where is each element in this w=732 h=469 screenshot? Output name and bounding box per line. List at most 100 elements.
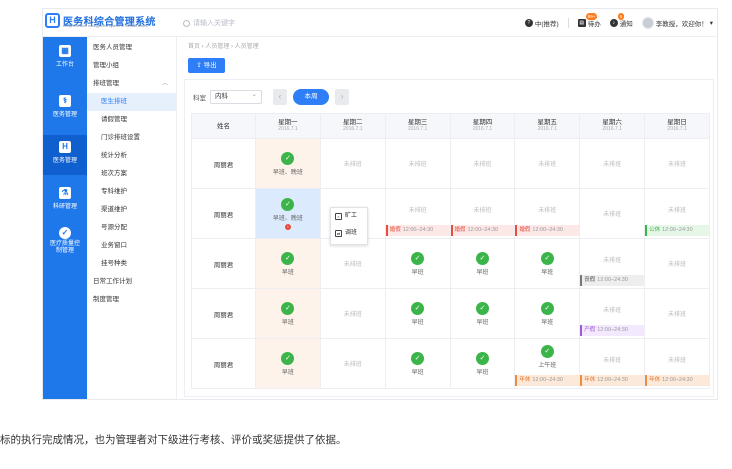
schedule-cell[interactable]: 未排班 [384, 138, 451, 189]
schedule-cell[interactable]: ✓ 早班 [449, 288, 516, 339]
schedule-cell[interactable]: 未排班 年休 12:00–24:30 [579, 338, 646, 389]
context-menu-label: 旷工 [345, 213, 358, 219]
nav-registration-type[interactable]: 挂号种类 [87, 255, 176, 273]
search-input[interactable]: 请输入关键字 [193, 18, 235, 28]
staff-name: 周丽君 [191, 288, 256, 339]
nav-doctor-schedule[interactable]: 医生排班 [87, 93, 176, 111]
schedule-cell[interactable]: ✓ 早班 [255, 338, 321, 389]
context-menu-absent[interactable]: × 旷工 [331, 208, 367, 225]
leave-tag[interactable]: 婚假 12:00–24:30 [515, 225, 580, 236]
schedule-cell[interactable]: 未排班 [644, 238, 710, 289]
day-date: 2016.7.1 [407, 126, 428, 132]
primary-nav-research[interactable]: ⚗ 科研管理 [43, 185, 87, 217]
check-icon: ✓ [411, 301, 425, 315]
schedule-cell[interactable]: ✓ 早班 [384, 338, 451, 389]
schedule-cell[interactable]: ✓ 早班 [449, 338, 516, 389]
context-menu-swap[interactable]: ⇄ 调班 [331, 225, 367, 242]
shift-label: 早班 [281, 319, 294, 326]
schedule-cell[interactable]: ✓ 早班 [255, 288, 321, 339]
nav-leave-mgmt[interactable]: 请假管理 [87, 111, 176, 129]
this-week-button[interactable]: 本周 [293, 89, 329, 105]
prev-week-button[interactable]: ‹ [273, 89, 287, 105]
day-label: 星期五 [537, 119, 558, 126]
nav-staff-mgmt[interactable]: 医务人员管理 [87, 39, 176, 57]
schedule-cell[interactable]: 未排班 婚假 12:00–24:30 [449, 188, 516, 239]
leave-tag[interactable]: 婚假 12:00–24:30 [385, 225, 450, 236]
header-actions: ? 中(推荐) ▤ 99+ 待办 ♪ 5 通知 李教授，欢迎你！ ▾ [524, 9, 713, 37]
leave-time: 12:00–24:30 [532, 227, 563, 233]
schedule-cell[interactable]: 未排班 [449, 138, 516, 189]
schedule-cell[interactable]: 未排班 丧假 12:00–24:30 [579, 238, 646, 289]
schedule-cell[interactable]: 未排班 年休 12:00–24:30 [644, 338, 710, 389]
schedule-cell[interactable]: 未排班 [319, 238, 386, 289]
leave-tag[interactable]: 年休 12:00–24:30 [580, 375, 645, 386]
schedule-cell[interactable]: ✓ 早班、晚班 [255, 138, 321, 189]
staff-name: 周丽君 [191, 338, 256, 389]
leave-tag[interactable]: 婚假 12:00–24:30 [450, 225, 515, 236]
nav-service-window[interactable]: 业务窗口 [87, 237, 176, 255]
schedule-cell[interactable]: 未排班 [514, 138, 581, 189]
schedule-cell[interactable]: 未排班 公休 12:00–24:30 [644, 188, 710, 239]
nav-shift-plan[interactable]: 班次方案 [87, 165, 176, 183]
help-button[interactable]: ? 中(推荐) [524, 18, 559, 28]
leave-tag[interactable]: 年休 12:00–24:30 [645, 375, 709, 386]
primary-nav-quality[interactable]: ✓ 医疗质量控制管理 [43, 225, 87, 257]
nav-schedule-mgmt[interactable]: 排班管理 ︿ [87, 75, 176, 93]
schedule-cell[interactable]: 未排班 [644, 288, 710, 339]
todo-button[interactable]: ▤ 99+ 待办 [577, 13, 601, 28]
schedule-cell[interactable]: ✓ 早班 [449, 238, 516, 289]
leave-type: 丧假 [584, 277, 596, 283]
nav-outpatient-setting[interactable]: 门诊排班设置 [87, 129, 176, 147]
nav-channel[interactable]: 渠道维护 [87, 201, 176, 219]
leave-tag[interactable]: 年休 12:00–24:30 [515, 375, 580, 386]
unscheduled-label: 未排班 [343, 312, 362, 318]
schedule-cell[interactable]: ✓ 早班 [384, 238, 451, 289]
app-logo[interactable]: H 医务科综合管理系统 comprehensive management sys… [45, 13, 157, 31]
nav-statistics[interactable]: 统计分析 [87, 147, 176, 165]
schedule-cell[interactable]: 未排班 婚假 12:00–24:30 [514, 188, 581, 239]
check-icon: ✓ [475, 301, 489, 315]
schedule-cell[interactable]: 未排班 [319, 338, 386, 389]
user-menu[interactable]: 李教授，欢迎你！ ▾ [641, 17, 713, 29]
primary-nav-medical[interactable]: H 医务管理 [43, 135, 87, 175]
app-window: H 医务科综合管理系统 comprehensive management sys… [42, 8, 718, 400]
primary-nav-staff[interactable]: ⚕ 医务管理 [43, 93, 87, 125]
leave-time: 12:00–24:30 [402, 227, 434, 233]
schedule-cell[interactable]: 未排班 [579, 188, 646, 239]
dept-select[interactable]: 内科 [210, 89, 262, 104]
check-icon: ✓ [411, 351, 425, 365]
schedule-cell[interactable]: 未排班 [644, 138, 710, 189]
nav-daily-plan[interactable]: 日常工作计划 [87, 273, 176, 291]
table-row: 周丽君 ✓ 早班 未排班 ✓ 早班 ✓ 早班 ✓ 上午班 年休 12:00–24:30 未排班 年休 12:… [191, 338, 710, 389]
nav-policy-mgmt[interactable]: 制度管理 [87, 291, 176, 309]
schedule-cell[interactable]: ✓ 早班 [255, 238, 321, 289]
leave-tag[interactable]: 公休 12:00–24:30 [645, 225, 709, 236]
next-week-button[interactable]: › [335, 89, 349, 105]
shift-label: 早班 [476, 369, 489, 376]
export-button[interactable]: ⇪ 导出 [188, 58, 225, 73]
absent-icon: × [335, 213, 342, 220]
leave-time: 12:00–24:30 [467, 227, 499, 233]
schedule-cell[interactable]: ✓ 早班 [514, 288, 581, 339]
leave-tag[interactable]: 产假 12:00–24:30 [580, 325, 645, 336]
schedule-table: 姓名 星期一 2016.7.1 星期二 2016.7.1 星期三 2016.7.1 星期四 20… [191, 113, 710, 389]
search-box[interactable]: 请输入关键字 [183, 16, 373, 30]
notice-button[interactable]: ♪ 5 通知 [609, 13, 633, 28]
schedule-cell[interactable]: ✓ 早班 [384, 288, 451, 339]
schedule-cell[interactable]: ✓ 早班 [514, 238, 581, 289]
shift-label: 早班、晚班 [272, 169, 303, 176]
schedule-cell[interactable]: 未排班 [319, 288, 386, 339]
schedule-cell[interactable]: 未排班 婚假 12:00–24:30 [384, 188, 451, 239]
leave-tag[interactable]: 丧假 12:00–24:30 [580, 275, 645, 286]
check-icon: ✓ [281, 197, 295, 211]
schedule-cell[interactable]: ✓ 上午班 年休 12:00–24:30 [514, 338, 581, 389]
schedule-cell[interactable]: 未排班 产假 12:00–24:30 [579, 288, 646, 339]
nav-group-mgmt[interactable]: 管理小组 [87, 57, 176, 75]
nav-source-allocation[interactable]: 号源分配 [87, 219, 176, 237]
primary-nav-workbench[interactable]: ▦ 工作台 [43, 43, 87, 75]
schedule-cell[interactable]: 未排班 [319, 138, 386, 189]
check-icon: ✓ [281, 251, 295, 265]
nav-specialty[interactable]: 专科维护 [87, 183, 176, 201]
schedule-cell[interactable]: 未排班 [579, 138, 646, 189]
schedule-cell[interactable]: ✓ 早班、晚班! [255, 188, 321, 239]
